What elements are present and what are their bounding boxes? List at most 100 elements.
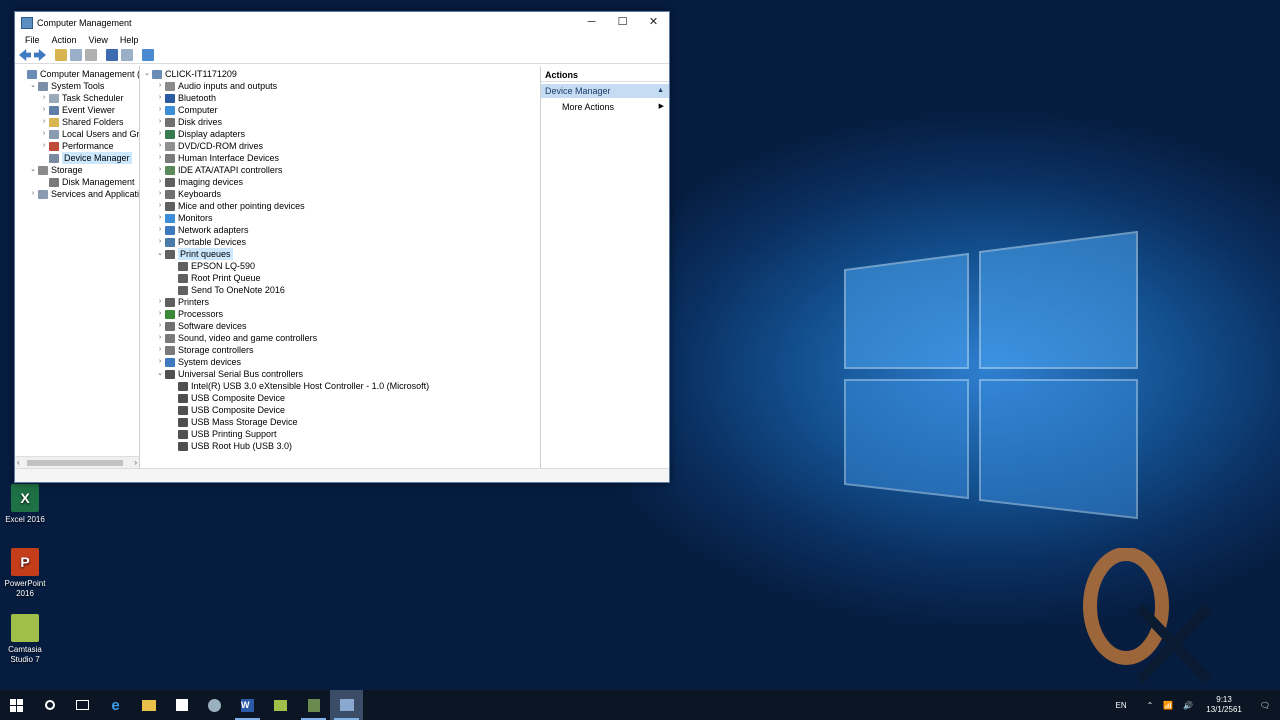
menu-file[interactable]: File [19,33,46,47]
expand-chevron-icon[interactable]: › [155,212,165,224]
expand-chevron-icon[interactable]: › [155,320,165,332]
properties-icon[interactable] [85,49,97,61]
action-pane-icon[interactable] [121,49,133,61]
device-tree-item[interactable]: › Software devices [140,320,540,332]
device-tree-item[interactable]: ⌄ CLICK-IT1171209 [140,68,540,80]
device-tree-item[interactable]: › Portable Devices [140,236,540,248]
expand-chevron-icon[interactable]: › [155,200,165,212]
language-indicator[interactable]: EN [1110,701,1131,710]
console-tree-item[interactable]: Computer Management (Local [15,68,139,80]
store-button[interactable] [165,690,198,720]
device-tree-item[interactable]: USB Composite Device [140,404,540,416]
expand-chevron-icon[interactable]: › [155,308,165,320]
collapse-chevron-icon[interactable]: ⌄ [142,68,152,80]
start-button[interactable] [0,690,33,720]
desktop-icon-powerpoint[interactable]: P PowerPoint 2016 [1,548,49,599]
console-tree-item[interactable]: ⌄ System Tools [15,80,139,92]
expand-chevron-icon[interactable]: › [155,116,165,128]
device-tree-item[interactable]: › Bluetooth [140,92,540,104]
collapse-up-icon[interactable]: ▲ [657,84,664,98]
desktop-icon-excel[interactable]: X Excel 2016 [1,484,49,525]
maximize-button[interactable]: ☐ [607,12,638,33]
expand-chevron-icon[interactable]: › [28,188,38,200]
expand-chevron-icon[interactable]: › [155,128,165,140]
expand-chevron-icon[interactable]: › [155,164,165,176]
console-tree-item[interactable]: › Local Users and Groups [15,128,139,140]
edge-button[interactable]: e [99,690,132,720]
camtasia-taskbar-button[interactable] [264,690,297,720]
device-tree-item[interactable]: Send To OneNote 2016 [140,284,540,296]
console-tree-item[interactable]: › Services and Applications [15,188,139,200]
menu-help[interactable]: Help [114,33,145,47]
volume-icon[interactable]: 🔊 [1178,701,1198,710]
computer-management-taskbar-button[interactable] [330,690,363,720]
expand-chevron-icon[interactable]: › [39,92,49,104]
file-explorer-button[interactable] [132,690,165,720]
device-tree-item[interactable]: › Monitors [140,212,540,224]
expand-chevron-icon[interactable]: › [39,140,49,152]
scroll-left-arrow-icon[interactable]: ‹ [17,457,20,468]
device-tree-item[interactable]: › IDE ATA/ATAPI controllers [140,164,540,176]
show-hidden-icons-icon[interactable]: ⌃ [1142,701,1159,710]
device-tree-item[interactable]: › Audio inputs and outputs [140,80,540,92]
device-tree-item[interactable]: USB Composite Device [140,392,540,404]
device-tree-item[interactable]: › Printers [140,296,540,308]
device-tree-item[interactable]: USB Printing Support [140,428,540,440]
console-tree-item[interactable]: › Event Viewer [15,104,139,116]
expand-chevron-icon[interactable]: › [155,188,165,200]
scroll-right-arrow-icon[interactable]: › [134,457,137,468]
console-tree-item[interactable]: ⌄ Storage [15,164,139,176]
device-tree-item[interactable]: USB Root Hub (USB 3.0) [140,440,540,452]
console-tree-item[interactable]: › Task Scheduler [15,92,139,104]
device-tree-item[interactable]: › Disk drives [140,116,540,128]
network-icon[interactable]: 📶 [1158,701,1178,710]
expand-chevron-icon[interactable]: › [155,344,165,356]
device-tree-item[interactable]: › System devices [140,356,540,368]
device-tree-item[interactable]: EPSON LQ-590 [140,260,540,272]
collapse-chevron-icon[interactable]: ⌄ [28,164,38,176]
device-tree-item[interactable]: › Network adapters [140,224,540,236]
menu-view[interactable]: View [83,33,114,47]
horizontal-scrollbar[interactable]: ‹ › [15,456,139,468]
expand-chevron-icon[interactable]: › [39,116,49,128]
more-actions-item[interactable]: More Actions ▶ [541,100,669,114]
device-tree-item[interactable]: › Sound, video and game controllers [140,332,540,344]
device-tree-item[interactable]: › Keyboards [140,188,540,200]
device-tree-item[interactable]: Root Print Queue [140,272,540,284]
device-tree-item[interactable]: ⌄ Universal Serial Bus controllers [140,368,540,380]
search-button[interactable] [33,690,66,720]
monitor-icon[interactable] [142,49,154,61]
notifications-icon[interactable]: 🗨 [1250,701,1280,710]
device-tree-item[interactable]: › DVD/CD-ROM drives [140,140,540,152]
recorder-button[interactable] [297,690,330,720]
forward-icon[interactable] [34,49,46,61]
minimize-button[interactable]: ─ [576,12,607,33]
expand-chevron-icon[interactable]: › [39,104,49,116]
expand-chevron-icon[interactable]: › [155,152,165,164]
device-tree-item[interactable]: › Processors [140,308,540,320]
device-tree-item[interactable]: ⌄ Print queues [140,248,540,260]
expand-chevron-icon[interactable]: › [155,92,165,104]
console-tree-item[interactable]: Disk Management [15,176,139,188]
collapse-chevron-icon[interactable]: ⌄ [155,248,165,260]
menu-action[interactable]: Action [46,33,83,47]
collapse-chevron-icon[interactable]: ⌄ [155,368,165,380]
device-tree-item[interactable]: › Storage controllers [140,344,540,356]
scrollbar-thumb[interactable] [27,460,123,466]
expand-chevron-icon[interactable]: › [155,80,165,92]
collapse-chevron-icon[interactable]: ⌄ [28,80,38,92]
clock[interactable]: 9:13 13/1/2561 [1198,695,1250,715]
console-tree-item[interactable]: Device Manager [15,152,139,164]
expand-chevron-icon[interactable]: › [155,236,165,248]
back-icon[interactable] [19,49,31,61]
device-tree-item[interactable]: Intel(R) USB 3.0 eXtensible Host Control… [140,380,540,392]
device-tree-item[interactable]: › Imaging devices [140,176,540,188]
task-view-button[interactable] [66,690,99,720]
expand-chevron-icon[interactable]: › [155,296,165,308]
console-tree-item[interactable]: › Shared Folders [15,116,139,128]
show-hide-tree-icon[interactable] [70,49,82,61]
close-button[interactable]: ✕ [638,12,669,33]
title-bar[interactable]: Computer Management ─ ☐ ✕ [15,12,669,33]
help-icon[interactable] [106,49,118,61]
expand-chevron-icon[interactable]: › [39,128,49,140]
